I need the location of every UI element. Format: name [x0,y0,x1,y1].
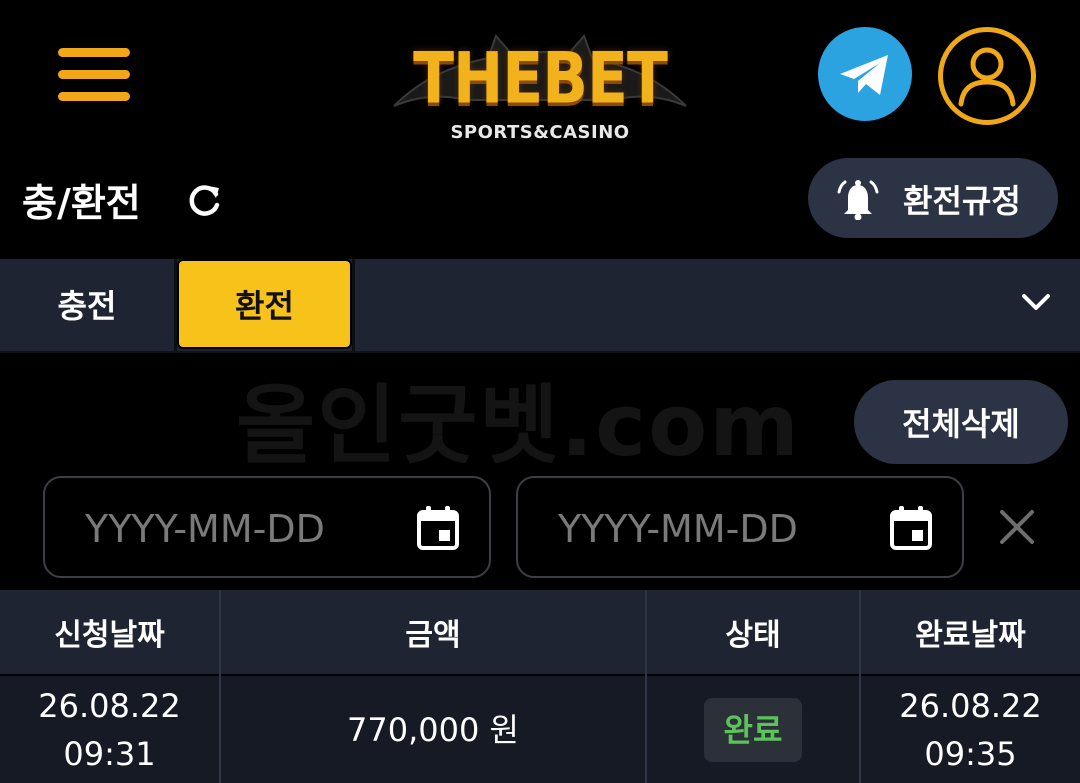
column-divider [219,590,221,783]
tab-deposit[interactable]: 충전 [0,259,174,349]
calendar-icon[interactable] [888,504,934,552]
clear-dates-close-icon[interactable] [998,508,1036,546]
top-header: THEBET SPORTS&CASINO [0,0,1080,150]
request-time: 09:31 [63,734,156,773]
column-header-complete-date[interactable]: 완료날짜 [861,590,1080,674]
telegram-icon [840,55,888,95]
logo-subtitle: SPORTS&CASINO [450,122,630,143]
watermark: 올인굿벳.com [236,376,801,476]
status-cell: 완료 [647,676,859,783]
site-logo[interactable]: THEBET SPORTS&CASINO [392,18,688,143]
start-date-field[interactable] [43,476,491,578]
refresh-icon[interactable] [186,180,224,218]
column-header-request-date[interactable]: 신청날짜 [0,590,219,674]
column-header-status[interactable]: 상태 [647,590,859,674]
column-divider [645,590,647,783]
logo-title: THEBET [413,37,668,121]
column-divider [859,590,861,783]
tab-divider [352,259,355,351]
request-date: 26.08.22 [38,686,181,725]
tab-withdraw[interactable]: 환전 [177,259,352,349]
user-icon [958,47,1016,107]
bell-icon [837,180,879,220]
complete-time: 09:35 [924,734,1017,773]
calendar-icon[interactable] [415,504,461,552]
table-header: 신청날짜 금액 상태 완료날짜 [0,590,1080,674]
amount-cell: 770,000 원 [347,710,519,749]
chevron-down-icon[interactable] [1018,288,1054,318]
column-header-amount[interactable]: 금액 [221,590,645,674]
end-date-field[interactable] [516,476,964,578]
hamburger-menu-icon[interactable] [58,46,130,102]
table-row[interactable]: 26.08.22 09:31 770,000 원 완료 26.08.22 09:… [0,676,1080,783]
withdraw-rules-label: 환전규정 [903,182,1021,220]
end-date-input[interactable] [556,500,890,558]
telegram-button[interactable] [818,27,912,121]
withdraw-rules-button[interactable]: 환전규정 [808,158,1058,238]
start-date-input[interactable] [83,500,417,558]
status-badge: 완료 [703,697,803,762]
deposit-withdraw-tabs: 충전 환전 [0,259,1080,353]
user-profile-button[interactable] [938,27,1036,125]
request-datetime-cell: 26.08.22 09:31 [0,676,219,783]
complete-datetime-cell: 26.08.22 09:35 [861,676,1080,783]
page-title: 충/환전 [22,181,141,225]
complete-date: 26.08.22 [899,686,1042,725]
delete-all-button[interactable]: 전체삭제 [854,380,1068,464]
